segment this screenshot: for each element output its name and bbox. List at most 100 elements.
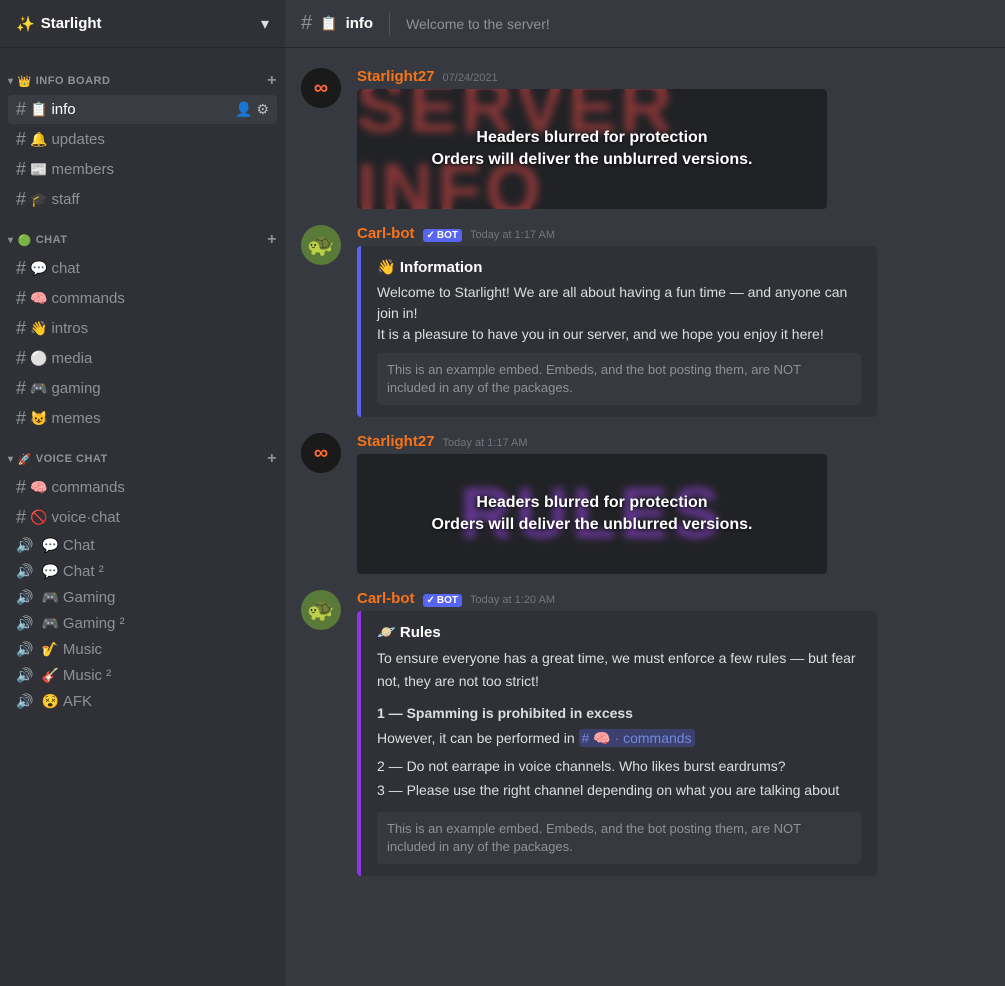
voice-channel-gaming1[interactable]: 🔊 🎮 Gaming [8,585,277,610]
header-hash-icon: # [301,12,312,35]
channel-item-info[interactable]: # 📋 info 👤 ⚙ [8,95,277,124]
channel-emoji: 📋 [30,101,47,118]
bot-badge: ✓ BOT [423,229,463,242]
rule-2: 2 — Do not earrape in voice channels. Wh… [377,755,861,777]
embed-footer: This is an example embed. Embeds, and th… [377,353,861,405]
voice-channel-name: AFK [63,693,92,710]
speaker-icon: 🔊 [16,667,33,684]
svg-text:∞: ∞ [314,442,328,464]
channel-item-updates[interactable]: # 🔔 updates [8,125,277,154]
category-label: CHAT [36,234,68,246]
channel-emoji: 🧠 [30,479,47,496]
settings-icon[interactable]: ⚙ [256,101,269,118]
voice-channel-name: Gaming ² [63,615,125,632]
blur-protection-text: Headers blurred for protection Orders wi… [432,127,753,172]
channel-name: members [51,161,269,178]
channel-item-gaming[interactable]: # 🎮 gaming [8,374,277,403]
message-group: 🐢 Carl-bot ✓ BOT Today at 1:20 AM 🪐 Rule… [285,586,1005,880]
category-voice-chat[interactable]: ▾ 🚀 VOICE CHAT + [0,434,285,472]
channel-item-memes[interactable]: # 😺 memes [8,404,277,433]
embed-title: 🪐 Rules [377,623,861,641]
header-channel-name: info [346,15,374,32]
add-channel-button[interactable]: + [267,231,277,249]
messages-area[interactable]: ∞ Starlight27 07/24/2021 SERVER INFO Hea… [285,48,1005,986]
channel-name: updates [51,131,269,148]
speaker-icon: 🔊 [16,537,33,554]
channel-name: info [51,101,235,118]
channel-name: staff [51,191,269,208]
channel-item-intros[interactable]: # 👋 intros [8,314,277,343]
message-group: ∞ Starlight27 07/24/2021 SERVER INFO Hea… [285,64,1005,213]
channel-hash-icon: # [16,189,26,210]
channel-hash-icon: # [16,159,26,180]
channel-item-media[interactable]: # ⚪ media [8,344,277,373]
message-author: Carl-bot [357,225,415,242]
message-author: Starlight27 [357,68,435,85]
voice-channel-afk[interactable]: 🔊 😵 AFK [8,689,277,714]
channel-name: commands [51,290,269,307]
main-area: # 📋 info Welcome to the server! ∞ Starli… [285,0,1005,986]
embed-rules: 🪐 Rules To ensure everyone has a great t… [357,611,877,876]
voice-channel-chat1[interactable]: 🔊 💬 Chat [8,533,277,558]
message-content: Starlight27 07/24/2021 SERVER INFO Heade… [357,68,989,209]
embed-footer: This is an example embed. Embeds, and th… [377,812,861,864]
voice-channel-chat2[interactable]: 🔊 💬 Chat ² [8,559,277,584]
avatar: ∞ [301,433,341,473]
header-topic: Welcome to the server! [406,16,550,32]
voice-emoji: 💬 [41,563,58,580]
category-chat[interactable]: ▾ 🟢 CHAT + [0,215,285,253]
channel-emoji: 🎓 [30,191,47,208]
message-meta: Starlight27 Today at 1:17 AM [357,433,989,450]
voice-channel-gaming2[interactable]: 🔊 🎮 Gaming ² [8,611,277,636]
avatar: ∞ [301,68,341,108]
message-meta: Carl-bot ✓ BOT Today at 1:17 AM [357,225,989,242]
channel-name: gaming [51,380,269,397]
category-info-board[interactable]: ▾ 👑 INFO BOARD + [0,56,285,94]
header-divider [389,12,390,36]
embed-rules-content: To ensure everyone has a great time, we … [377,647,861,801]
voice-channel-music2[interactable]: 🔊 🎸 Music ² [8,663,277,688]
voice-channel-name: Music [63,641,102,658]
channel-hash-icon: # [16,99,26,120]
svg-text:∞: ∞ [314,77,328,99]
embed-description: Welcome to Starlight! We are all about h… [377,282,861,345]
blurred-image-info: SERVER INFO Headers blurred for protecti… [357,89,827,209]
channel-name: memes [51,410,269,427]
sidebar: ✨ Starlight ▾ ▾ 👑 INFO BOARD + # 📋 info … [0,0,285,986]
channel-item-staff[interactable]: # 🎓 staff [8,185,277,214]
category-label: VOICE CHAT [36,453,108,465]
rule-1-title: 1 — Spamming is prohibited in excess [377,702,861,724]
voice-emoji: 🎮 [41,615,58,632]
channel-item-voice-chat-text[interactable]: # 🚫 voice·chat [8,503,277,532]
channel-mention: # 🧠 · # 🧠 · commandscommands [579,729,695,747]
category-arrow-icon: ▾ [8,235,14,246]
category-icon: 👑 [18,75,32,88]
add-member-icon[interactable]: 👤 [235,101,252,118]
channel-item-chat[interactable]: # 💬 chat [8,254,277,283]
category-label: INFO BOARD [36,75,111,87]
category-icon: 🟢 [18,234,32,247]
channel-item-members[interactable]: # 📰 members [8,155,277,184]
channel-item-voice-commands[interactable]: # 🧠 commands [8,473,277,502]
message-content: Starlight27 Today at 1:17 AM RULES Heade… [357,433,989,574]
voice-channel-name: Music ² [63,667,111,684]
channel-emoji: 🎮 [30,380,47,397]
channel-emoji: 💬 [30,260,47,277]
message-meta: Carl-bot ✓ BOT Today at 1:20 AM [357,590,989,607]
add-channel-button[interactable]: + [267,72,277,90]
add-channel-button[interactable]: + [267,450,277,468]
voice-channel-music1[interactable]: 🔊 🎷 Music [8,637,277,662]
channel-name: commands [51,479,269,496]
channel-hash-icon: # [16,348,26,369]
channel-item-commands[interactable]: # 🧠 commands [8,284,277,313]
message-timestamp: Today at 1:17 AM [443,437,528,449]
message-group: 🐢 Carl-bot ✓ BOT Today at 1:17 AM 👋 Info… [285,221,1005,421]
channel-emoji: ⚪ [30,350,47,367]
blur-protection-text: Headers blurred for protection Orders wi… [432,492,753,537]
message-content: Carl-bot ✓ BOT Today at 1:20 AM 🪐 Rules … [357,590,989,876]
channel-hash-icon: # [16,408,26,429]
avatar: 🐢 [301,590,341,630]
voice-emoji: 🎷 [41,641,58,658]
server-header[interactable]: ✨ Starlight ▾ [0,0,285,48]
rules-intro: To ensure everyone has a great time, we … [377,647,861,692]
